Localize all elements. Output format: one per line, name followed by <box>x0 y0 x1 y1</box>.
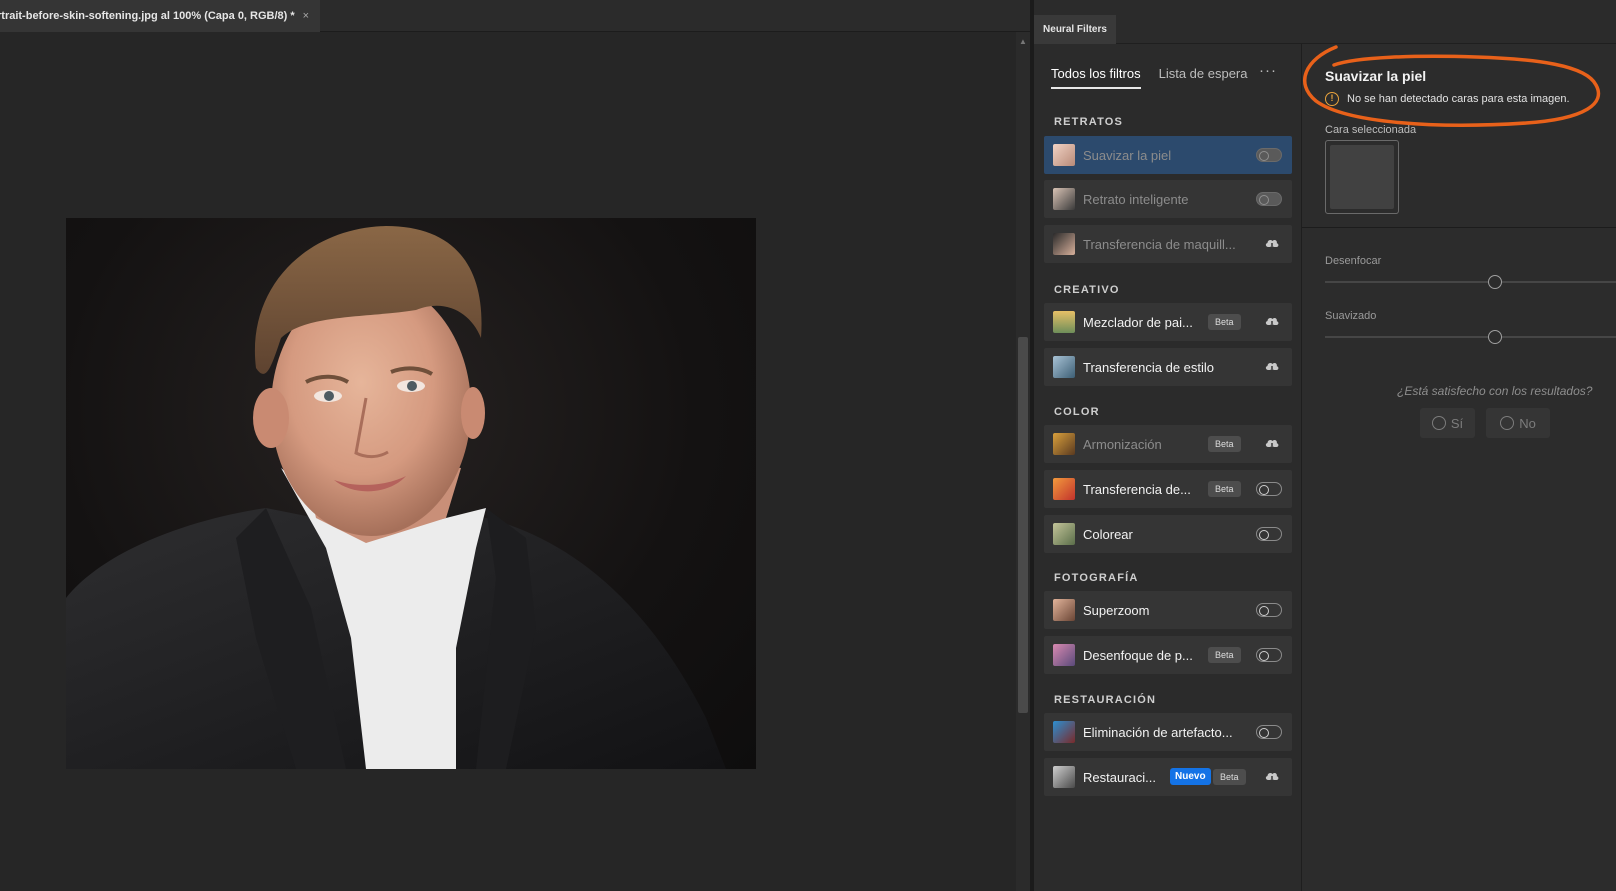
cloud-download-icon[interactable] <box>1264 235 1280 251</box>
scroll-up-icon[interactable]: ▲ <box>1019 38 1027 46</box>
filter-item-transferencia-estilo[interactable]: Transferencia de estilo <box>1044 348 1292 386</box>
filter-item-desenfoque-profundidad[interactable]: Desenfoque de p... Beta <box>1044 636 1292 674</box>
color-transfer-thumbnail-icon <box>1053 478 1075 500</box>
filter-item-armonizacion[interactable]: Armonización Beta <box>1044 425 1292 463</box>
neural-filters-panel: Neural Filters Todos los filtros Lista d… <box>1034 0 1616 891</box>
filter-toggle[interactable] <box>1256 725 1282 739</box>
beta-badge: Beta <box>1208 481 1241 497</box>
filter-label: Transferencia de estilo <box>1083 359 1215 375</box>
cloud-download-icon[interactable] <box>1264 313 1280 329</box>
section-restauracion: RESTAURACIÓN <box>1054 694 1157 706</box>
document-tab[interactable]: rtrait-before-skin-softening.jpg al 100%… <box>0 0 320 32</box>
portrait-photo <box>66 218 756 769</box>
cloud-download-icon[interactable] <box>1264 435 1280 451</box>
panel-tabbar: Neural Filters <box>1034 0 1616 44</box>
smile-icon <box>1431 416 1446 430</box>
scrollbar-thumb[interactable] <box>1018 337 1028 713</box>
landscape-thumbnail-icon <box>1053 311 1075 333</box>
beta-badge: Beta <box>1213 769 1246 785</box>
section-fotografia: FOTOGRAFÍA <box>1054 572 1139 584</box>
filter-label: Restauraci... <box>1083 769 1156 785</box>
yes-button[interactable]: Sí <box>1420 408 1475 438</box>
filter-label: Retrato inteligente <box>1083 191 1189 207</box>
filter-toggle[interactable] <box>1256 482 1282 496</box>
detail-title: Suavizar la piel <box>1325 68 1427 84</box>
filter-detail: Suavizar la piel ! No se han detectado c… <box>1302 44 1616 891</box>
close-icon[interactable]: × <box>303 10 309 22</box>
filter-toggle[interactable] <box>1256 527 1282 541</box>
filter-label: Armonización <box>1083 436 1162 452</box>
filter-list: Todos los filtros Lista de espera ··· RE… <box>1034 44 1302 891</box>
no-label: No <box>1519 415 1536 431</box>
filter-item-transferencia-maquillaje[interactable]: Transferencia de maquill... <box>1044 225 1292 263</box>
frown-icon <box>1500 416 1515 430</box>
tab-all-filters[interactable]: Todos los filtros <box>1051 66 1141 89</box>
jpeg-artifacts-thumbnail-icon <box>1053 721 1075 743</box>
section-creativo: CREATIVO <box>1054 284 1120 296</box>
filter-item-transferencia-color[interactable]: Transferencia de... Beta <box>1044 470 1292 508</box>
filter-label: Eliminación de artefacto... <box>1083 724 1233 740</box>
filter-toggle[interactable] <box>1256 148 1282 162</box>
filter-label: Desenfoque de p... <box>1083 647 1193 663</box>
filter-toggle[interactable] <box>1256 603 1282 617</box>
new-badge: Nuevo <box>1170 768 1211 785</box>
slider-track-suavizado[interactable] <box>1325 336 1616 338</box>
canvas-scrollbar[interactable]: ▲ <box>1016 32 1030 891</box>
warning-message: ! No se han detectado caras para esta im… <box>1325 92 1570 106</box>
makeup-thumbnail-icon <box>1053 233 1075 255</box>
filter-item-superzoom[interactable]: Superzoom <box>1044 591 1292 629</box>
harmony-thumbnail-icon <box>1053 433 1075 455</box>
style-thumbnail-icon <box>1053 356 1075 378</box>
portrait-illustration <box>66 226 726 769</box>
filter-label: Suavizar la piel <box>1083 147 1172 163</box>
document-tabbar: rtrait-before-skin-softening.jpg al 100%… <box>0 0 1030 32</box>
filter-label: Colorear <box>1083 526 1133 542</box>
filter-toggle[interactable] <box>1256 648 1282 662</box>
yes-label: Sí <box>1450 415 1464 431</box>
warning-icon: ! <box>1325 92 1339 106</box>
filter-label: Transferencia de maquill... <box>1083 236 1236 252</box>
slider-label-suavizado: Suavizado <box>1325 310 1377 322</box>
slider-track-desenfocar[interactable] <box>1325 281 1616 283</box>
filter-label: Mezclador de pai... <box>1083 314 1193 330</box>
selected-face-label: Cara seleccionada <box>1325 124 1417 136</box>
beta-badge: Beta <box>1208 436 1241 452</box>
no-button[interactable]: No <box>1486 408 1550 438</box>
photo-restore-thumbnail-icon <box>1053 766 1075 788</box>
slider-knob-desenfocar[interactable] <box>1488 275 1502 289</box>
filter-item-eliminacion-artefactos[interactable]: Eliminación de artefacto... <box>1044 713 1292 751</box>
section-retratos: RETRATOS <box>1054 116 1124 128</box>
document-tab-title: rtrait-before-skin-softening.jpg al 100%… <box>0 10 295 22</box>
portrait-thumbnail-icon <box>1053 188 1075 210</box>
filter-toggle[interactable] <box>1256 192 1282 206</box>
beta-badge: Beta <box>1208 314 1241 330</box>
filter-label: Superzoom <box>1083 602 1150 618</box>
filter-label: Transferencia de... <box>1083 481 1191 497</box>
warning-text: No se han detectado caras para esta imag… <box>1347 93 1570 105</box>
tab-neural-filters[interactable]: Neural Filters <box>1034 15 1116 44</box>
filter-item-restauracion-fotos[interactable]: Restauraci... Nuevo Beta <box>1044 758 1292 796</box>
superzoom-thumbnail-icon <box>1053 599 1075 621</box>
feedback-question: ¿Está satisfecho con los resultados? <box>1397 384 1593 398</box>
cloud-download-icon[interactable] <box>1264 768 1280 784</box>
filter-tabs: Todos los filtros Lista de espera <box>1051 66 1248 89</box>
selected-face-box[interactable] <box>1325 140 1399 214</box>
filter-item-mezclador-paisajes[interactable]: Mezclador de pai... Beta <box>1044 303 1292 341</box>
filter-item-suavizar-piel[interactable]: Suavizar la piel <box>1044 136 1292 174</box>
colorize-thumbnail-icon <box>1053 523 1075 545</box>
depth-blur-thumbnail-icon <box>1053 644 1075 666</box>
cloud-download-icon[interactable] <box>1264 358 1280 374</box>
tab-waitlist[interactable]: Lista de espera <box>1159 66 1248 89</box>
filter-item-colorear[interactable]: Colorear <box>1044 515 1292 553</box>
detail-divider <box>1302 227 1616 228</box>
filter-item-retrato-inteligente[interactable]: Retrato inteligente <box>1044 180 1292 218</box>
more-options-icon[interactable]: ··· <box>1259 62 1277 79</box>
slider-knob-suavizado[interactable] <box>1488 330 1502 344</box>
slider-label-desenfocar: Desenfocar <box>1325 255 1382 267</box>
face-thumbnail-icon <box>1053 144 1075 166</box>
section-color: COLOR <box>1054 406 1100 418</box>
beta-badge: Beta <box>1208 647 1241 663</box>
